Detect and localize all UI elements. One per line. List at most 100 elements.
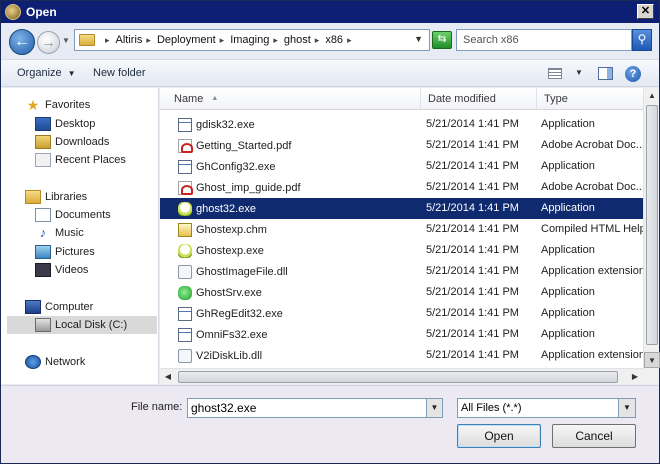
nav-item-pictures[interactable]: Pictures	[35, 243, 95, 261]
column-header-name[interactable]: Name ▲	[160, 88, 421, 110]
file-name-cell: V2iDiskLib.dll	[178, 345, 262, 366]
file-name-cell: GhostImageFile.dll	[178, 261, 288, 282]
breadcrumb-root-chevron[interactable]: ▸	[101, 34, 110, 46]
computer-icon	[25, 300, 41, 314]
downloads-folder-icon	[35, 135, 51, 149]
file-name-input[interactable]: ghost32.exe	[187, 398, 427, 418]
breadcrumb-item-ghost[interactable]: ghost ▸	[284, 34, 319, 46]
table-row[interactable]: GhRegEdit32.exe 5/21/2014 1:41 PM Applicat…	[160, 303, 643, 324]
scroll-up-icon[interactable]: ▲	[644, 88, 660, 104]
search-input[interactable]: Search x86	[456, 29, 632, 51]
nav-item-computer[interactable]: Computer	[25, 298, 93, 316]
file-name-cell: Ghost_imp_guide.pdf	[178, 177, 301, 198]
file-type-cell: Adobe Acrobat Doc...	[541, 181, 643, 193]
breadcrumb[interactable]: ▸ Altiris ▸ Deployment ▸ Imaging ▸ ghost ▸ x…	[74, 29, 430, 51]
file-date-cell: 5/21/2014 1:41 PM	[426, 328, 519, 340]
file-name-label: File name:	[131, 401, 183, 413]
nav-item-desktop[interactable]: Desktop	[35, 115, 95, 133]
scroll-down-icon[interactable]: ▼	[644, 352, 660, 368]
navigation-pane: ★ Favorites Desktop Downloads Recent Plac…	[1, 88, 159, 384]
table-row[interactable]: V2iDiskLib.dll 5/21/2014 1:41 PM Applicati…	[160, 345, 643, 366]
music-note-icon: ♪	[39, 225, 47, 240]
ghost-app-icon	[5, 4, 21, 20]
breadcrumb-item-x86[interactable]: x86 ▸	[325, 34, 351, 46]
file-name-cell: Ghostexp.chm	[178, 219, 267, 240]
cancel-button[interactable]: Cancel	[552, 424, 636, 448]
file-type-cell: Application extension	[541, 265, 643, 277]
file-name-cell: OmniFs32.exe	[178, 324, 268, 345]
column-header-row: Name ▲ Date modified Type	[160, 88, 643, 110]
scroll-left-icon[interactable]: ◀	[160, 369, 176, 385]
file-date-cell: 5/21/2014 1:41 PM	[426, 202, 519, 214]
organize-menu[interactable]: Organize ▼	[17, 67, 76, 79]
file-date-cell: 5/21/2014 1:41 PM	[426, 139, 519, 151]
preview-pane-icon[interactable]	[598, 67, 613, 80]
new-folder-button[interactable]: New folder	[93, 67, 146, 79]
pdf-file-icon	[178, 180, 193, 195]
nav-item-libraries[interactable]: Libraries	[25, 188, 87, 206]
file-type-cell: Application	[541, 202, 595, 214]
file-type-cell: Application	[541, 328, 595, 340]
app-file-icon	[178, 159, 192, 174]
table-row[interactable]: Getting_Started.pdf 5/21/2014 1:41 PM Adob…	[160, 135, 643, 156]
refresh-button[interactable]: ⇆	[432, 31, 452, 49]
star-icon: ★	[26, 97, 40, 113]
table-row[interactable]: Ghost_imp_guide.pdf 5/21/2014 1:41 PM Adob…	[160, 177, 643, 198]
column-header-date-modified[interactable]: Date modified	[421, 88, 537, 110]
forward-button[interactable]: →	[37, 31, 60, 54]
file-name-cell: gdisk32.exe	[178, 114, 255, 135]
file-type-chevron-down-icon[interactable]: ▼	[619, 398, 636, 418]
file-name-chevron-down-icon[interactable]: ▼	[427, 398, 443, 418]
table-row[interactable]: OmniFs32.exe 5/21/2014 1:41 PM Application	[160, 324, 643, 345]
breadcrumb-item-deployment[interactable]: Deployment ▸	[157, 34, 224, 46]
help-icon[interactable]: ?	[625, 66, 641, 82]
horizontal-scroll-thumb[interactable]	[178, 371, 618, 383]
pdf-file-icon	[178, 138, 193, 153]
videos-icon	[35, 263, 51, 277]
table-row[interactable]: GhostImageFile.dll 5/21/2014 1:41 PM Appli…	[160, 261, 643, 282]
nav-item-favorites[interactable]: ★ Favorites	[25, 96, 91, 114]
libraries-icon	[25, 190, 41, 204]
nav-item-local-disk[interactable]: Local Disk (C:)	[7, 316, 157, 334]
breadcrumb-item-altiris[interactable]: Altiris ▸	[116, 34, 151, 46]
file-type-cell: Application	[541, 118, 595, 130]
nav-item-videos[interactable]: Videos	[35, 261, 88, 279]
vertical-scrollbar[interactable]: ▲ ▼	[643, 88, 660, 368]
table-row[interactable]: gdisk32.exe 5/21/2014 1:41 PM Application	[160, 114, 643, 135]
dll-file-icon	[178, 348, 192, 363]
file-name-cell: GhConfig32.exe	[178, 156, 276, 177]
nav-item-network[interactable]: Network	[25, 353, 85, 371]
column-header-type[interactable]: Type	[537, 88, 643, 110]
file-type-select[interactable]: All Files (*.*)	[457, 398, 619, 418]
dialog-footer: File name: ghost32.exe ▼ All Files (*.*)…	[1, 385, 659, 463]
network-icon	[25, 355, 41, 369]
scroll-right-icon[interactable]: ▶	[627, 369, 643, 385]
nav-item-downloads[interactable]: Downloads	[35, 133, 109, 151]
vertical-scroll-thumb[interactable]	[646, 105, 658, 345]
command-bar: Organize ▼ New folder ▼ ?	[1, 59, 659, 87]
file-type-cell: Compiled HTML Help...	[541, 223, 643, 235]
table-row[interactable]: ghost32.exe 5/21/2014 1:41 PM Application	[160, 198, 643, 219]
breadcrumb-item-imaging[interactable]: Imaging ▸	[230, 34, 278, 46]
search-icon[interactable]: ⚲	[632, 29, 652, 51]
horizontal-scrollbar[interactable]: ◀ ▶	[160, 368, 643, 384]
open-button[interactable]: Open	[457, 424, 541, 448]
views-chevron-down-icon[interactable]: ▼	[575, 68, 583, 77]
window-title: Open	[26, 5, 57, 19]
ghost-file-icon	[178, 201, 192, 216]
back-button[interactable]: ←	[9, 29, 35, 55]
nav-item-documents[interactable]: Documents	[35, 206, 111, 224]
green-file-icon	[178, 285, 192, 300]
file-type-cell: Application	[541, 286, 595, 298]
views-icon[interactable]	[548, 68, 562, 79]
nav-item-recent-places[interactable]: Recent Places	[35, 151, 126, 169]
table-row[interactable]: GhConfig32.exe 5/21/2014 1:41 PM Applicati…	[160, 156, 643, 177]
table-row[interactable]: GhostSrv.exe 5/21/2014 1:41 PM Application	[160, 282, 643, 303]
table-row[interactable]: Ghostexp.chm 5/21/2014 1:41 PM Compiled HT…	[160, 219, 643, 240]
documents-icon	[35, 208, 51, 222]
table-row[interactable]: Ghostexp.exe 5/21/2014 1:41 PM Application	[160, 240, 643, 261]
nav-item-music[interactable]: ♪ Music	[35, 224, 84, 242]
address-chevron-down-icon[interactable]: ▼	[414, 34, 423, 44]
close-button[interactable]: ✕	[637, 4, 654, 19]
recent-locations-chevron-down-icon[interactable]: ▼	[62, 37, 70, 45]
